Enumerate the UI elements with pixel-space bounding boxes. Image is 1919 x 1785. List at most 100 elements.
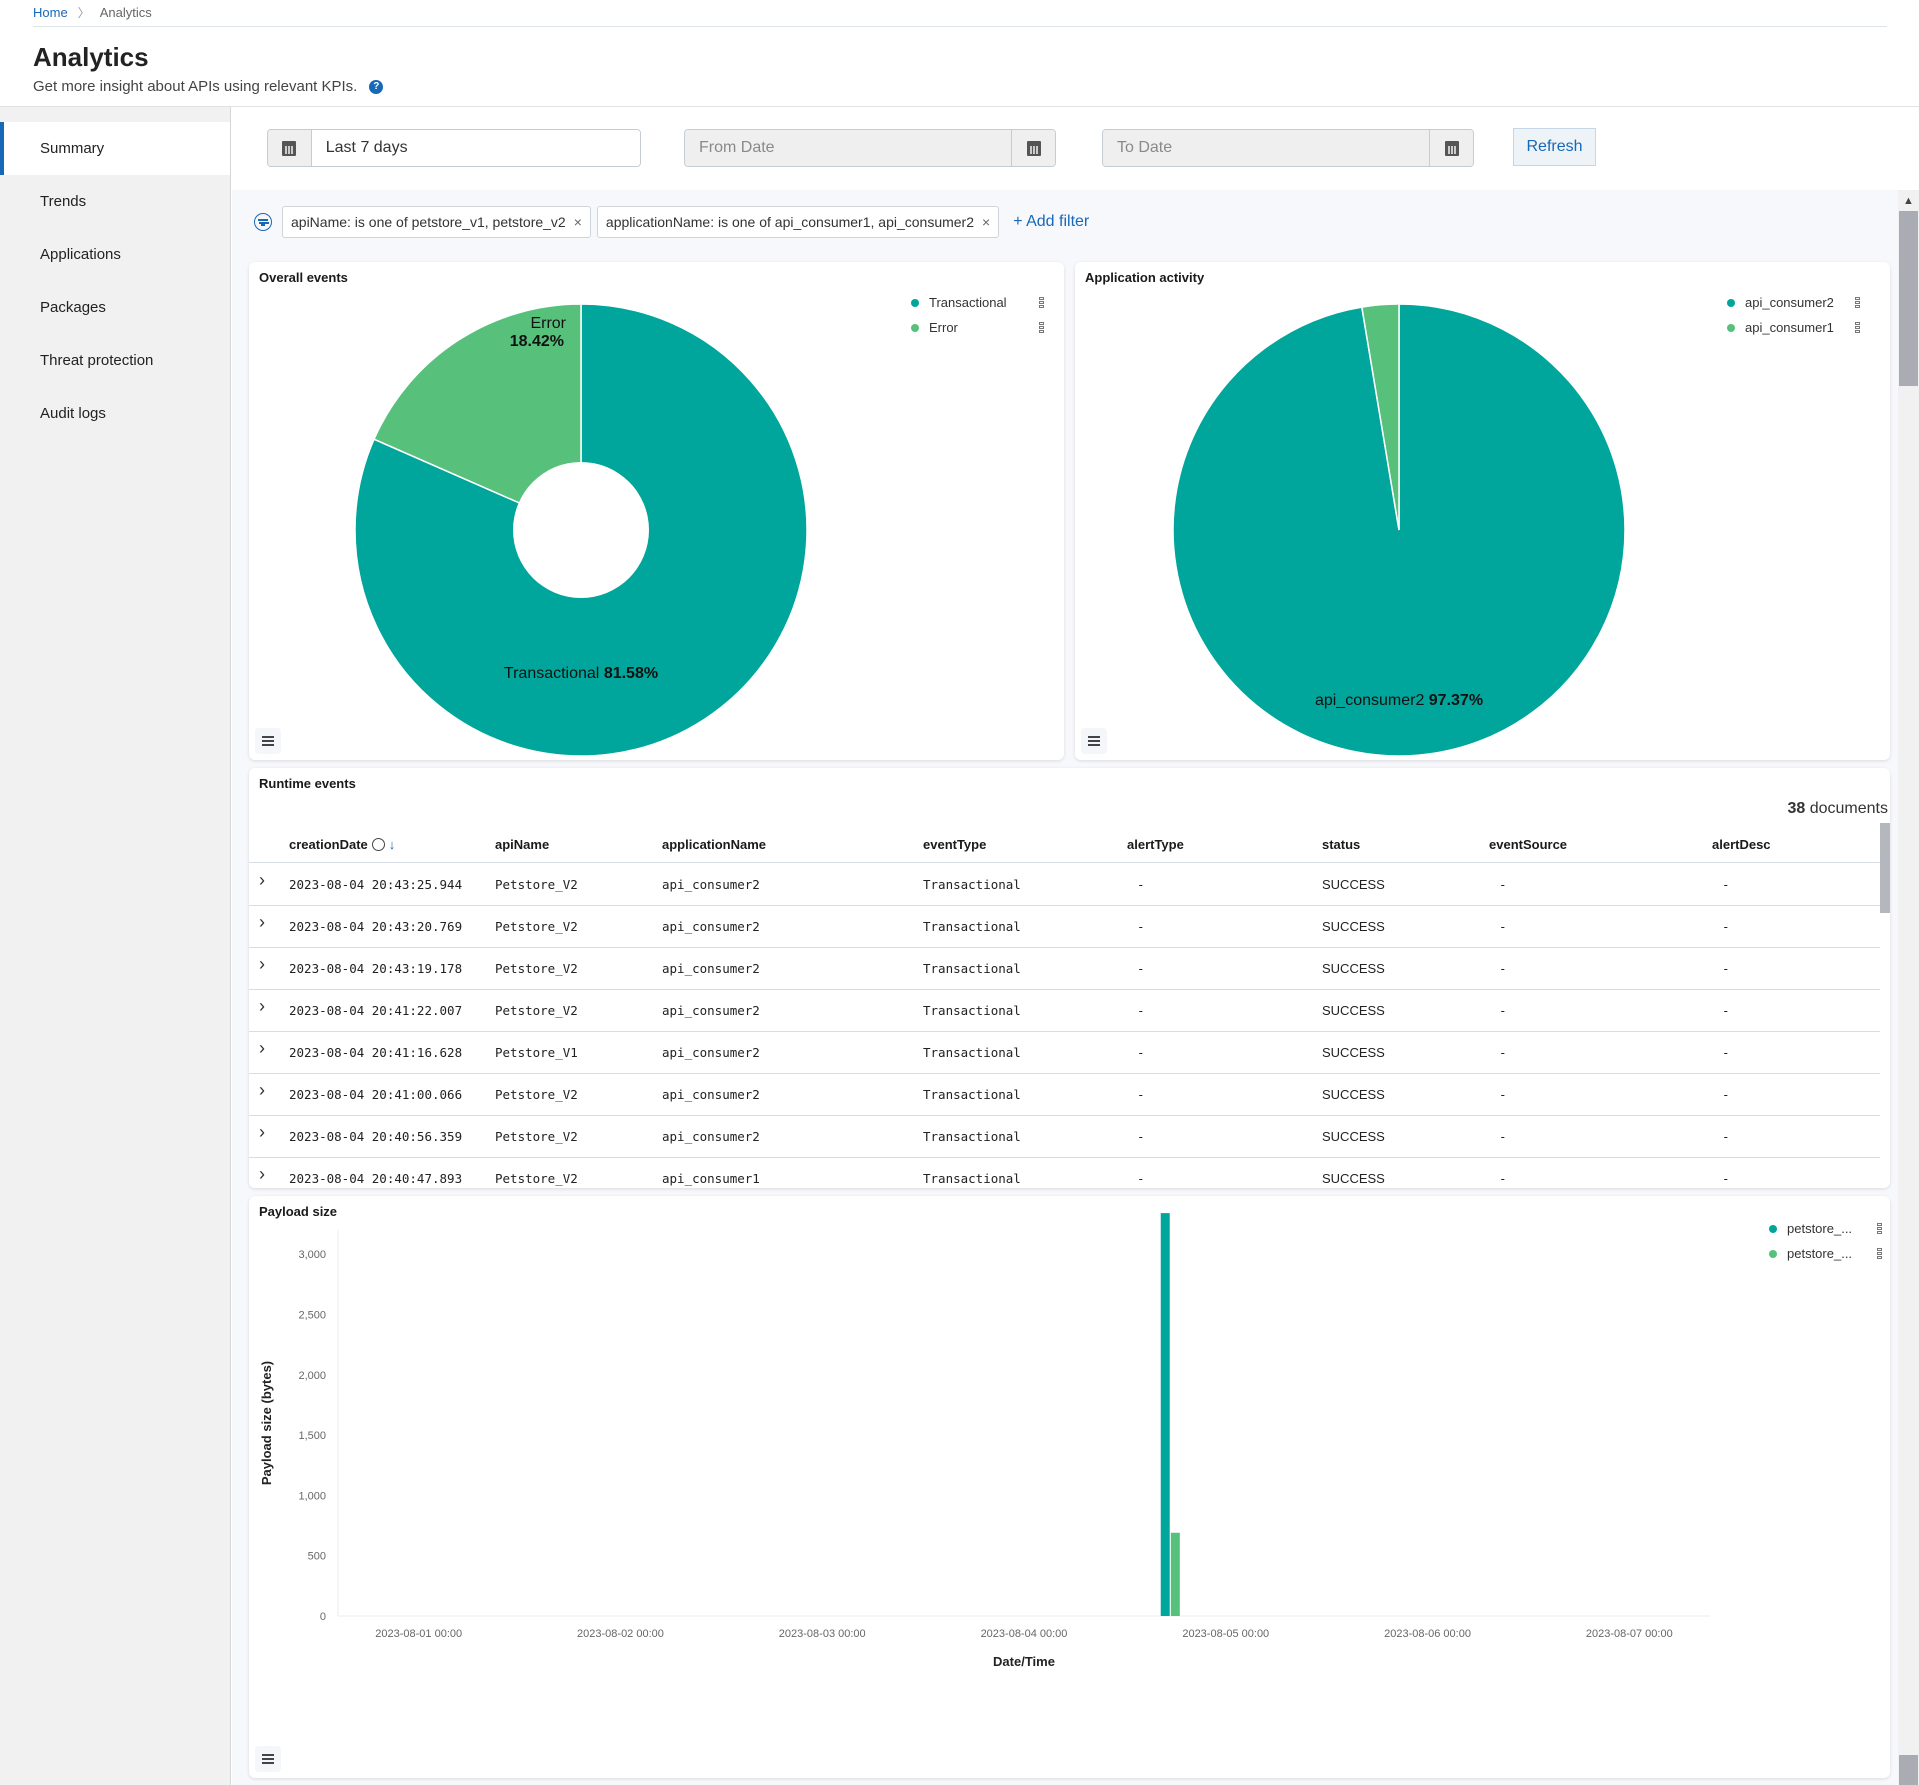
sidebar-item-trends[interactable]: Trends	[0, 175, 230, 228]
column-label: apiName	[495, 837, 550, 852]
legend-item-series-2[interactable]: petstore_...	[1769, 1241, 1883, 1266]
cell-creation-date: 2023-08-04 20:41:16.628	[289, 1045, 463, 1060]
filter-bar: apiName: is one of petstore_v1, petstore…	[232, 190, 1898, 254]
legend-item-series-1[interactable]: petstore_...	[1769, 1216, 1883, 1241]
panel-title: Runtime events	[259, 776, 356, 791]
expand-row-icon[interactable]: ›	[259, 954, 265, 975]
remove-filter-icon[interactable]: ×	[574, 214, 582, 230]
table-row[interactable]: › 2023-08-04 20:43:25.944 Petstore_V2 api_c…	[249, 864, 1880, 906]
column-label: eventSource	[1489, 837, 1568, 852]
table-row[interactable]: › 2023-08-04 20:41:00.066 Petstore_V2 api_c…	[249, 1074, 1880, 1116]
cell-status: SUCCESS	[1322, 877, 1385, 892]
column-header-apiname[interactable]: apiName	[495, 837, 549, 852]
legend-options-icon[interactable]	[1855, 322, 1861, 333]
sidebar: Summary Trends Applications Packages Thr…	[0, 107, 231, 1785]
y-tick-label: 1,000	[298, 1490, 326, 1502]
help-icon[interactable]: ?	[369, 79, 384, 94]
sidebar-item-summary[interactable]: Summary	[0, 122, 230, 175]
remove-filter-icon[interactable]: ×	[982, 214, 990, 230]
cell-alert-desc: -	[1722, 877, 1730, 892]
date-toolbar: Refresh	[232, 107, 1919, 190]
chart-data-table-button[interactable]	[255, 1746, 281, 1772]
document-count-label: documents	[1809, 800, 1888, 817]
legend-options-icon[interactable]	[1855, 297, 1861, 308]
cell-alert-type: -	[1137, 1003, 1145, 1018]
clock-icon	[371, 838, 385, 851]
sort-descending-icon[interactable]: ↓	[389, 837, 396, 852]
legend-options-icon[interactable]	[1039, 297, 1045, 308]
legend-options-icon[interactable]	[1877, 1248, 1883, 1259]
expand-row-icon[interactable]: ›	[259, 912, 265, 933]
chart-data-table-button[interactable]	[255, 728, 281, 754]
breadcrumb-home-link[interactable]: Home	[33, 5, 68, 20]
cell-alert-desc: -	[1722, 1003, 1730, 1018]
cell-api-name: Petstore_V2	[495, 1003, 578, 1018]
column-header-creationdate[interactable]: creationDate ↓	[289, 837, 395, 852]
expand-row-icon[interactable]: ›	[259, 1122, 265, 1143]
filter-pill-applicationname[interactable]: applicationName: is one of api_consumer1…	[596, 206, 1000, 238]
column-label: creationDate	[289, 837, 368, 852]
column-header-eventtype[interactable]: eventType	[923, 837, 986, 852]
table-row[interactable]: › 2023-08-04 20:40:47.893 Petstore_V2 api_c…	[249, 1158, 1880, 1200]
filter-pill-apiname[interactable]: apiName: is one of petstore_v1, petstore…	[282, 206, 591, 238]
bar-series-1[interactable]	[1160, 1213, 1170, 1616]
slice-label: api_consumer2 97.37%	[1315, 692, 1483, 709]
expand-row-icon[interactable]: ›	[259, 870, 265, 891]
cell-creation-date: 2023-08-04 20:41:00.066	[289, 1087, 463, 1102]
from-calendar-button[interactable]	[1011, 130, 1055, 166]
column-header-applicationname[interactable]: applicationName	[662, 837, 766, 852]
slice-label: Error	[530, 315, 566, 332]
expand-row-icon[interactable]: ›	[259, 996, 265, 1017]
sidebar-item-packages[interactable]: Packages	[0, 281, 230, 334]
page-scrollbar[interactable]: ▲	[1898, 190, 1919, 1785]
to-date-input[interactable]	[1103, 130, 1430, 166]
legend-options-icon[interactable]	[1039, 322, 1045, 333]
cell-api-name: Petstore_V2	[495, 1171, 578, 1186]
chart-data-table-button[interactable]	[1081, 728, 1107, 754]
column-header-status[interactable]: status	[1322, 837, 1360, 852]
table-row[interactable]: › 2023-08-04 20:43:20.769 Petstore_V2 api_c…	[249, 906, 1880, 948]
list-icon	[262, 736, 274, 746]
cell-event-type: Transactional	[923, 1171, 1021, 1186]
sidebar-item-applications[interactable]: Applications	[0, 228, 230, 281]
slice-percent-label: 18.42%	[510, 333, 564, 350]
legend-options-icon[interactable]	[1877, 1223, 1883, 1234]
legend-item-transactional[interactable]: Transactional	[911, 290, 1045, 315]
table-row[interactable]: › 2023-08-04 20:40:56.359 Petstore_V2 api_c…	[249, 1116, 1880, 1158]
expand-row-icon[interactable]: ›	[259, 1164, 265, 1185]
expand-row-icon[interactable]: ›	[259, 1080, 265, 1101]
from-date-input[interactable]	[685, 130, 1012, 166]
list-icon	[1088, 736, 1100, 746]
to-calendar-button[interactable]	[1429, 130, 1473, 166]
legend-item-error[interactable]: Error	[911, 315, 1045, 340]
expand-row-icon[interactable]: ›	[259, 1038, 265, 1059]
date-range-input[interactable]	[311, 130, 640, 166]
column-header-alerttype[interactable]: alertType	[1127, 837, 1184, 852]
table-row[interactable]: › 2023-08-04 20:43:19.178 Petstore_V2 api_c…	[249, 948, 1880, 990]
table-scrollbar[interactable]	[1880, 823, 1890, 1193]
legend-item-api-consumer1[interactable]: api_consumer1	[1727, 315, 1861, 340]
sidebar-item-threat-protection[interactable]: Threat protection	[0, 334, 230, 387]
legend-label: api_consumer2	[1745, 295, 1834, 310]
sidebar-item-audit-logs[interactable]: Audit logs	[0, 387, 230, 440]
cell-event-type: Transactional	[923, 877, 1021, 892]
refresh-button[interactable]: Refresh	[1513, 128, 1596, 166]
cell-api-name: Petstore_V1	[495, 1045, 578, 1060]
bar-series-2[interactable]	[1170, 1532, 1180, 1616]
column-header-alertdesc[interactable]: alertDesc	[1712, 837, 1771, 852]
x-axis-title: Date/Time	[993, 1654, 1055, 1669]
legend-item-api-consumer2[interactable]: api_consumer2	[1727, 290, 1861, 315]
scroll-up-icon[interactable]: ▲	[1898, 190, 1919, 211]
range-calendar-button[interactable]	[268, 130, 312, 166]
add-filter-button[interactable]: + Add filter	[1013, 213, 1089, 231]
y-tick-label: 2,500	[298, 1309, 326, 1321]
table-row[interactable]: › 2023-08-04 20:41:22.007 Petstore_V2 api_c…	[249, 990, 1880, 1032]
cell-alert-desc: -	[1722, 1087, 1730, 1102]
column-header-eventsource[interactable]: eventSource	[1489, 837, 1567, 852]
table-scrollbar-thumb[interactable]	[1880, 823, 1890, 913]
cell-creation-date: 2023-08-04 20:43:19.178	[289, 961, 463, 976]
breadcrumb-current: Analytics	[99, 5, 152, 20]
page-scrollbar-thumb[interactable]	[1899, 211, 1918, 386]
filter-icon[interactable]	[254, 213, 272, 231]
table-row[interactable]: › 2023-08-04 20:41:16.628 Petstore_V1 api_c…	[249, 1032, 1880, 1074]
